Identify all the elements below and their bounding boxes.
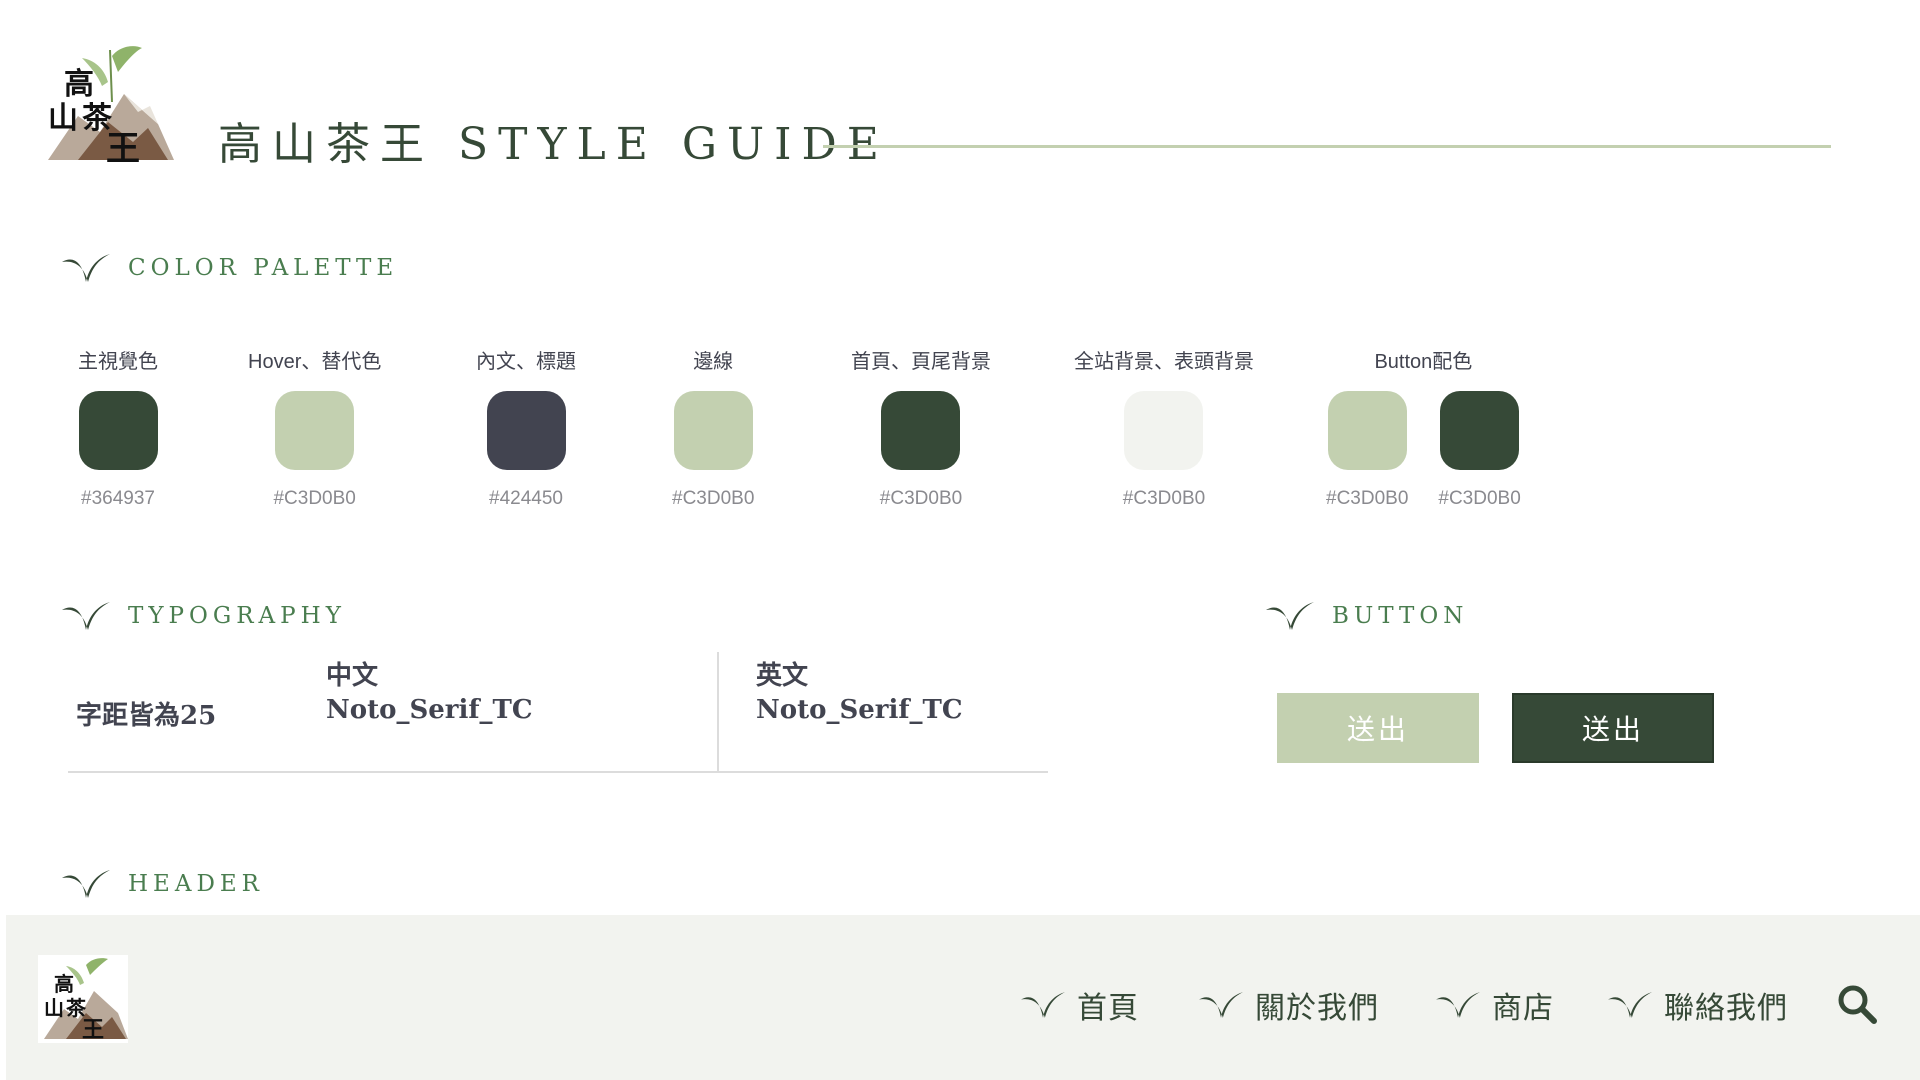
palette-group-border: 邊線 #C3D0B0 [672,345,754,510]
tea-leaf-icon [1608,992,1652,1018]
color-swatch [78,391,158,470]
svg-text:高: 高 [54,972,74,996]
header-logo[interactable]: 高 山 茶 王 [38,955,128,1043]
tea-leaf-icon [1199,992,1243,1018]
section-header: HEADER [62,868,264,900]
section-label: TYPOGRAPHY [128,603,346,629]
section-button: BUTTON [1266,600,1468,632]
nav-home[interactable]: 首頁 [1021,983,1139,1027]
nav-label: 關於我們 [1255,991,1379,1026]
color-swatch [1440,391,1520,470]
nav-label: 聯絡我們 [1664,991,1788,1026]
typography-rule [68,771,1048,773]
color-swatch [881,391,961,470]
brand-logo: 高 山 茶 王 [48,46,174,169]
nav-about[interactable]: 關於我們 [1199,983,1379,1027]
english-font-name: Noto_Serif_TC [756,695,963,725]
palette-label: 全站背景、表頭背景 [1074,351,1254,373]
svg-text:王: 王 [106,129,140,169]
color-swatch [673,391,753,470]
english-label: 英文 [756,661,809,691]
color-swatch [486,391,566,470]
svg-text:山: 山 [48,101,78,136]
hex-code: #C3D0B0 [273,488,356,509]
submit-button-dark[interactable]: 送出 [1512,693,1714,763]
palette-label: 內文、標題 [476,351,576,373]
hex-code: #364937 [81,488,155,509]
hex-code: #424450 [489,488,563,509]
palette-group-button: Button配色 #C3D0B0 #C3D0B0 [1326,345,1521,510]
typography-divider [717,652,719,772]
nav-shop[interactable]: 商店 [1436,983,1554,1027]
palette-label: 首頁、頁尾背景 [851,351,991,373]
tea-leaf-icon [62,602,110,630]
hex-code: #C3D0B0 [1438,488,1521,509]
search-icon[interactable] [1836,983,1878,1025]
svg-text:山: 山 [44,996,64,1020]
palette-label: Hover、替代色 [248,351,382,373]
palette-group-text: 內文、標題 #424450 [476,345,576,510]
hex-code: #C3D0B0 [672,488,755,509]
letter-spacing-note: 字距皆為25 [76,701,217,731]
tea-leaf-icon [62,254,110,282]
section-label: BUTTON [1332,603,1469,629]
section-label: COLOR PALETTE [128,255,399,281]
tea-leaf-icon [1266,602,1314,630]
color-swatch [1124,391,1204,470]
chinese-font-name: Noto_Serif_TC [326,695,533,725]
palette-group-home-footer: 首頁、頁尾背景 #C3D0B0 [851,345,991,510]
hex-code: #C3D0B0 [879,488,963,509]
section-color-palette: COLOR PALETTE [62,252,398,284]
palette-label: 主視覺色 [78,351,158,373]
section-label: HEADER [128,871,265,897]
tea-leaf-icon [1436,992,1480,1018]
palette-label: 邊線 [693,351,734,373]
title-divider [823,145,1831,148]
submit-button-light[interactable]: 送出 [1277,693,1479,763]
palette-group-primary: 主視覺色 #364937 [78,345,158,510]
section-typography: TYPOGRAPHY [62,600,346,632]
color-swatch [275,391,355,470]
svg-text:王: 王 [82,1017,104,1043]
tea-leaf-icon [1021,992,1065,1018]
hex-code: #C3D0B0 [1326,488,1409,509]
chinese-label: 中文 [326,661,379,691]
nav-label: 商店 [1492,991,1554,1026]
nav-label: 首頁 [1077,991,1139,1026]
hex-code: #C3D0B0 [1122,488,1206,509]
color-swatch [1327,391,1407,470]
header-preview: 高 山 茶 王 首頁 關於我們 商店 聯絡我們 [6,915,1920,1080]
tea-leaf-icon [62,870,110,898]
page-title: 高山茶王 STYLE GUIDE [218,119,889,170]
palette-label: Button配色 [1374,351,1473,373]
svg-text:高: 高 [64,67,94,102]
palette-group-hover: Hover、替代色 #C3D0B0 [248,345,381,510]
palette-group-site-background: 全站背景、表頭背景 #C3D0B0 [1074,345,1254,510]
nav-contact[interactable]: 聯絡我們 [1608,983,1788,1027]
